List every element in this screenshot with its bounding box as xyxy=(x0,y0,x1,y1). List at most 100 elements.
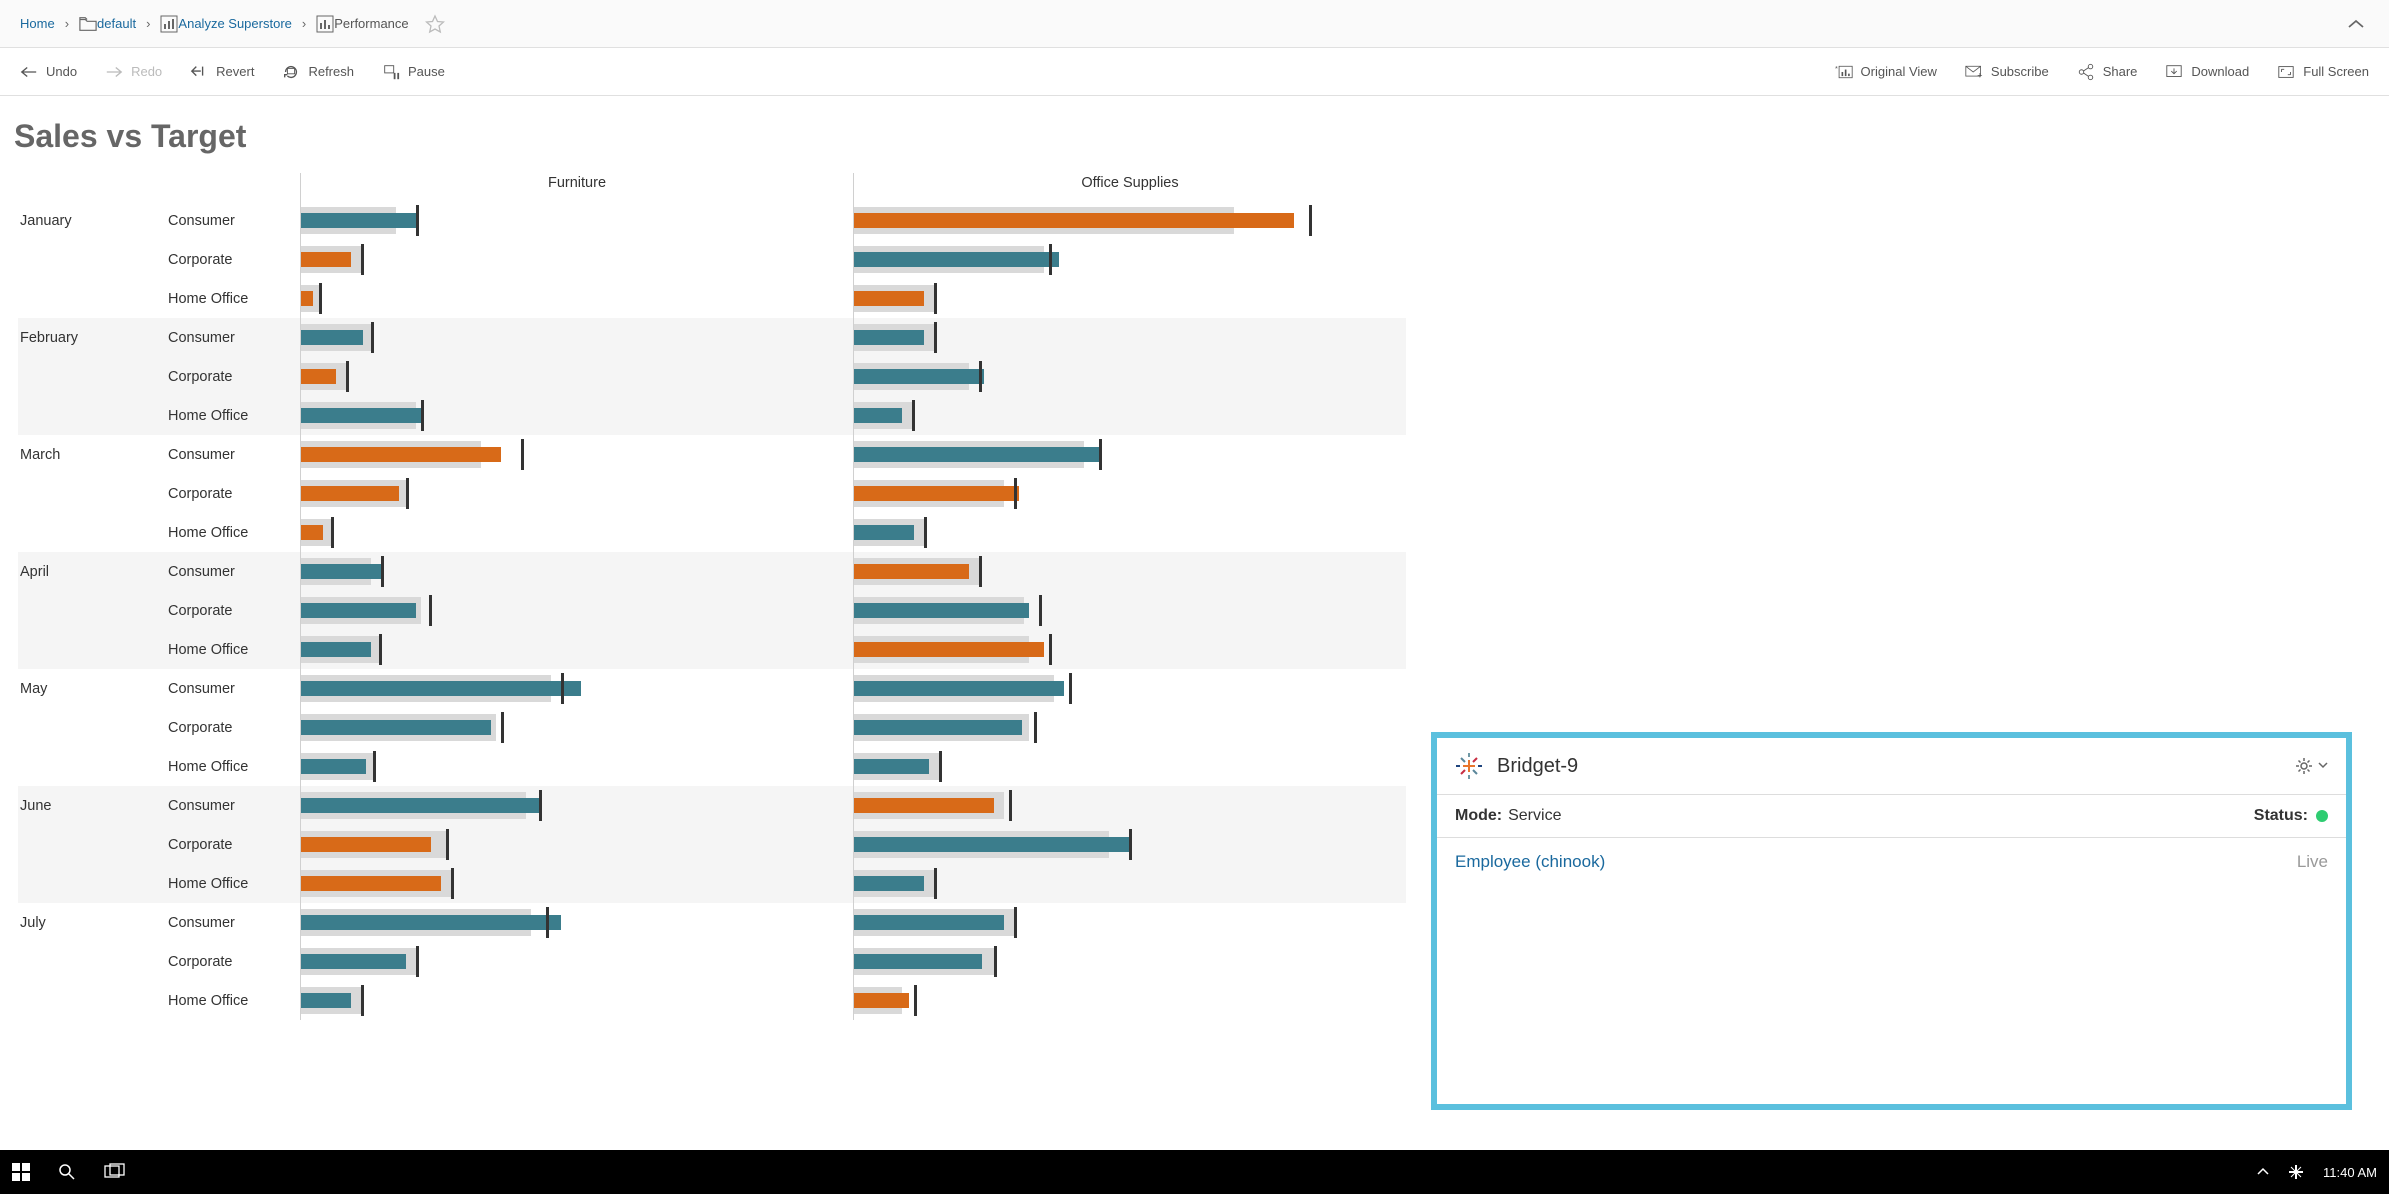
bar-row[interactable] xyxy=(854,396,1406,435)
bar-row[interactable] xyxy=(301,279,853,318)
bar-row[interactable] xyxy=(301,357,853,396)
bridge-header: Bridget-9 xyxy=(1437,738,2346,795)
bar-row[interactable] xyxy=(854,981,1406,1020)
refresh-button[interactable]: Refresh xyxy=(282,63,354,81)
reference-tick xyxy=(319,283,322,314)
breadcrumb-project[interactable]: default xyxy=(97,16,136,31)
search-icon[interactable] xyxy=(58,1163,76,1181)
bar-row[interactable] xyxy=(301,669,853,708)
bar-row[interactable] xyxy=(854,279,1406,318)
view-icon xyxy=(316,15,334,33)
bar-row[interactable] xyxy=(301,786,853,825)
tray-bridge-icon[interactable] xyxy=(2287,1163,2305,1181)
reference-tick xyxy=(361,985,364,1016)
bar-row[interactable] xyxy=(854,552,1406,591)
pause-label: Pause xyxy=(408,64,445,79)
bar-row[interactable] xyxy=(301,513,853,552)
bar-row[interactable] xyxy=(301,747,853,786)
undo-button[interactable]: Undo xyxy=(20,63,77,81)
segment-label: Home Office xyxy=(166,993,300,1009)
redo-button[interactable]: Redo xyxy=(105,63,162,81)
reference-tick xyxy=(406,478,409,509)
bar-row[interactable] xyxy=(301,474,853,513)
bar-row[interactable] xyxy=(301,981,853,1020)
task-view-icon[interactable] xyxy=(104,1163,126,1181)
reference-tick xyxy=(416,205,419,236)
bar-row[interactable] xyxy=(301,708,853,747)
bar-row[interactable] xyxy=(854,630,1406,669)
segment-label: Corporate xyxy=(166,720,300,736)
tray-chevron-icon[interactable] xyxy=(2257,1167,2269,1177)
bar-row[interactable] xyxy=(301,240,853,279)
bar-row[interactable] xyxy=(854,357,1406,396)
bridge-datasource-link[interactable]: Employee (chinook) xyxy=(1455,852,1605,872)
favorite-star-icon[interactable] xyxy=(425,14,445,34)
collapse-chevron-icon[interactable] xyxy=(2343,14,2369,34)
bar-row[interactable] xyxy=(301,435,853,474)
original-view-button[interactable]: * Original View xyxy=(1835,63,1937,81)
actual-bar xyxy=(301,330,363,345)
bar-row[interactable] xyxy=(854,708,1406,747)
subscribe-button[interactable]: + Subscribe xyxy=(1965,63,2049,81)
actual-bar xyxy=(301,915,561,930)
bar-row[interactable] xyxy=(854,318,1406,357)
bar-row[interactable] xyxy=(301,630,853,669)
bridge-settings-button[interactable] xyxy=(2294,756,2328,776)
bridge-status-row: Mode: Service Status: xyxy=(1437,795,2346,838)
actual-bar xyxy=(854,408,902,423)
bar-row[interactable] xyxy=(301,552,853,591)
label-row: MarchConsumer xyxy=(18,435,300,474)
actual-bar xyxy=(301,798,539,813)
label-row: Corporate xyxy=(18,474,300,513)
windows-taskbar: 11:40 AM xyxy=(0,1150,2389,1194)
bar-row[interactable] xyxy=(854,747,1406,786)
bar-row[interactable] xyxy=(301,318,853,357)
bar-row[interactable] xyxy=(854,591,1406,630)
bar-row[interactable] xyxy=(854,786,1406,825)
bar-row[interactable] xyxy=(301,396,853,435)
bar-row[interactable] xyxy=(854,669,1406,708)
bar-row[interactable] xyxy=(854,435,1406,474)
bar-row[interactable] xyxy=(301,942,853,981)
reference-tick xyxy=(421,400,424,431)
bar-row[interactable] xyxy=(854,864,1406,903)
bar-row[interactable] xyxy=(301,201,853,240)
taskbar-clock[interactable]: 11:40 AM xyxy=(2323,1165,2377,1180)
share-icon xyxy=(2077,63,2095,81)
reference-tick xyxy=(346,361,349,392)
actual-bar xyxy=(854,642,1044,657)
breadcrumb-home[interactable]: Home xyxy=(20,16,55,31)
bar-row[interactable] xyxy=(301,825,853,864)
bridge-mode-label: Mode: xyxy=(1455,807,1502,825)
bar-row[interactable] xyxy=(854,513,1406,552)
bar-row[interactable] xyxy=(854,825,1406,864)
bar-row[interactable] xyxy=(301,903,853,942)
segment-label: Consumer xyxy=(166,213,300,229)
segment-label: Home Office xyxy=(166,642,300,658)
pause-button[interactable]: Pause xyxy=(382,63,445,81)
bar-row[interactable] xyxy=(301,591,853,630)
bar-row[interactable] xyxy=(854,903,1406,942)
actual-bar xyxy=(301,681,581,696)
reference-tick xyxy=(924,517,927,548)
reference-tick xyxy=(1069,673,1072,704)
download-button[interactable]: Download xyxy=(2165,63,2249,81)
original-view-icon: * xyxy=(1835,63,1853,81)
bar-row[interactable] xyxy=(854,240,1406,279)
label-row: Home Office xyxy=(18,513,300,552)
breadcrumb-workbook[interactable]: Analyze Superstore xyxy=(178,16,291,31)
fullscreen-icon xyxy=(2277,63,2295,81)
windows-start-icon[interactable] xyxy=(12,1163,30,1181)
month-label: January xyxy=(18,213,166,229)
workbook-icon xyxy=(160,15,178,33)
bar-row[interactable] xyxy=(301,864,853,903)
bar-row[interactable] xyxy=(854,474,1406,513)
share-button[interactable]: Share xyxy=(2077,63,2138,81)
fullscreen-button[interactable]: Full Screen xyxy=(2277,63,2369,81)
label-row: FebruaryConsumer xyxy=(18,318,300,357)
reference-tick xyxy=(1009,790,1012,821)
revert-button[interactable]: Revert xyxy=(190,63,254,81)
bar-row[interactable] xyxy=(854,201,1406,240)
bar-row[interactable] xyxy=(854,942,1406,981)
revert-label: Revert xyxy=(216,64,254,79)
